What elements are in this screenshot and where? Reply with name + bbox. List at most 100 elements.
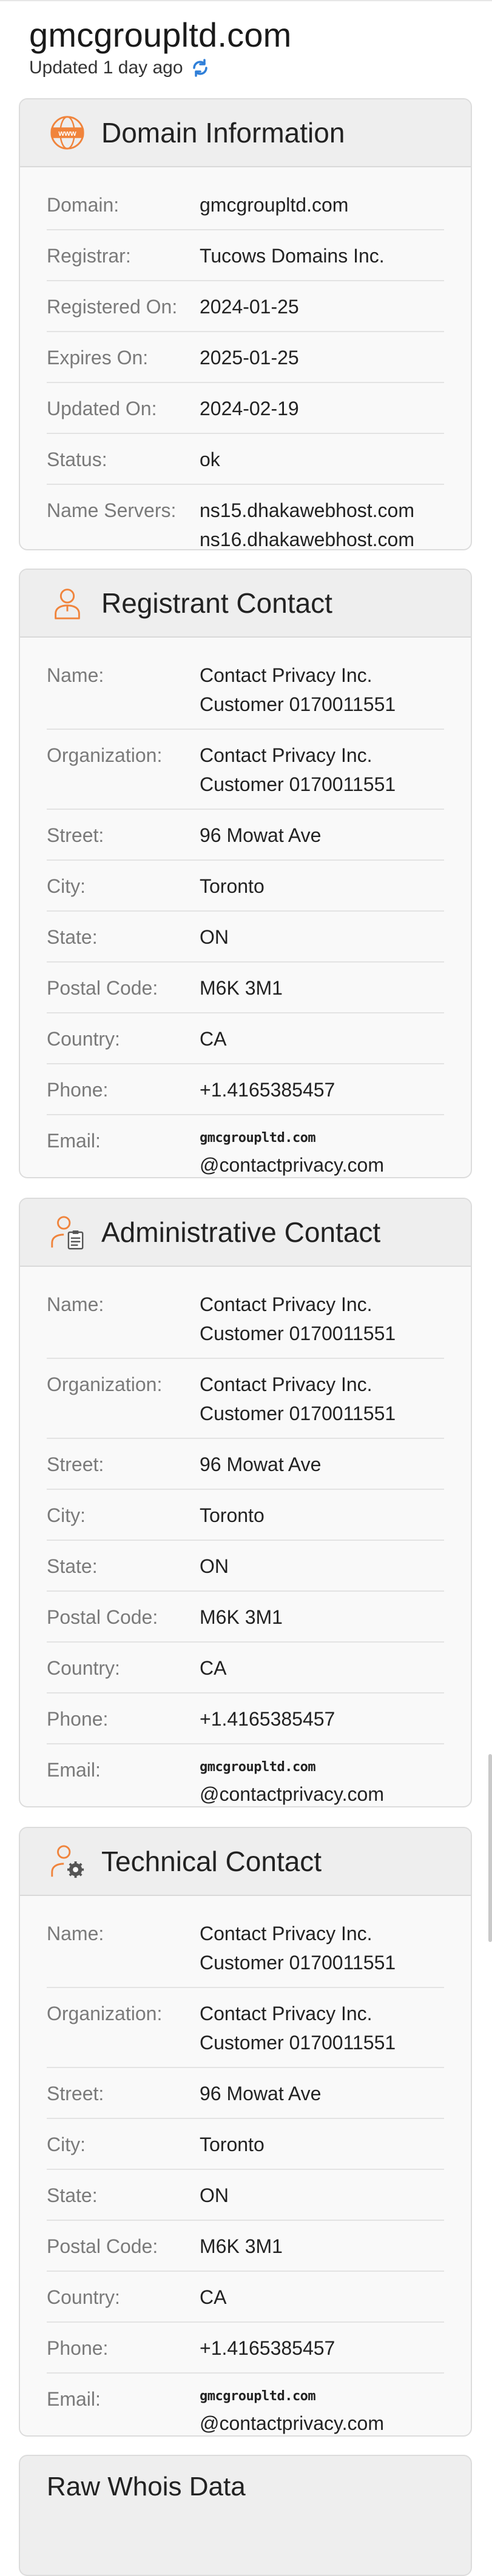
value-line: Customer 0170011551 [200,773,396,795]
value-line: 96 Mowat Ave [200,824,322,846]
value-line: Toronto [200,2134,265,2155]
row-organization: Organization: Contact Privacy Inc. Custo… [47,730,444,810]
field-value: ns15.dhakawebhost.com ns16.dhakawebhost.… [200,496,444,550]
field-label: State: [47,1555,98,1577]
field-label: City: [47,1504,86,1526]
updated-status: Updated 1 day ago [29,57,292,79]
field-value: M6K 3M1 [200,973,444,1003]
field-value: M6K 3M1 [200,2232,444,2261]
person-clipboard-icon [48,1213,87,1252]
field-value: +1.4165385457 [200,1704,444,1733]
domain-information-card: www Domain Information Domain: gmcgroupl… [19,98,472,550]
field-value: ok [200,445,444,474]
field-label: Status: [47,449,107,470]
row-city: City: Toronto [47,861,444,912]
page-title: gmcgroupltd.com [29,16,292,54]
www-globe-icon: www [48,113,87,152]
registrant-contact-card: Registrant Contact Name: Contact Privacy… [19,569,472,1178]
value-line: 96 Mowat Ave [200,1453,322,1475]
row-email: Email: gmcgroupltd.com @contactprivacy.c… [47,2374,444,2435]
value-line: M6K 3M1 [200,977,283,999]
value-line: Tucows Domains Inc. [200,245,385,267]
field-label: Street: [47,2083,104,2104]
value-line: 2024-02-19 [200,398,299,419]
field-label: Phone: [47,1079,109,1101]
value-line: gmcgroupltd.com [200,194,349,216]
value-line: Contact Privacy Inc. [200,1373,372,1395]
row-name: Name: Contact Privacy Inc. Customer 0170… [47,1908,444,1988]
value-line: ok [200,449,220,470]
field-label: Organization: [47,744,163,766]
value-line: Toronto [200,875,265,897]
value-line: ns16.dhakawebhost.com [200,529,414,550]
field-value: 2024-01-25 [200,292,444,321]
field-value: gmcgroupltd.com @contactprivacy.com [200,1126,444,1177]
value-line: Contact Privacy Inc. [200,744,372,766]
email-domain: @contactprivacy.com [200,1154,384,1176]
svg-text:www: www [58,129,76,138]
field-label: Name: [47,1293,104,1315]
field-value: Contact Privacy Inc. Customer 0170011551 [200,661,444,719]
row-street: Street: 96 Mowat Ave [47,1439,444,1490]
field-value: 2025-01-25 [200,343,444,372]
card-title: Domain Information [101,117,345,148]
row-street: Street: 96 Mowat Ave [47,2068,444,2119]
field-label: Postal Code: [47,977,158,999]
row-country: Country: CA [47,1643,444,1693]
value-line: Toronto [200,1504,265,1526]
person-icon [48,584,87,622]
field-label: Country: [47,2286,120,2308]
top-divider [0,0,492,1]
value-line: 2024-01-25 [200,296,299,318]
card-header: Administrative Contact [20,1199,471,1267]
field-label: Email: [47,1130,101,1152]
field-label: Postal Code: [47,1606,158,1628]
field-value: Contact Privacy Inc. Customer 0170011551 [200,1290,444,1348]
field-label: Name: [47,1923,104,1944]
value-line: +1.4165385457 [200,1708,335,1730]
value-line: ON [200,926,229,948]
field-value: +1.4165385457 [200,1075,444,1104]
field-label: Street: [47,824,104,846]
field-value: +1.4165385457 [200,2334,444,2363]
row-name: Name: Contact Privacy Inc. Customer 0170… [47,650,444,730]
field-value: gmcgroupltd.com [200,190,444,219]
card-title: Registrant Contact [101,587,332,619]
row-state: State: ON [47,2170,444,2221]
field-value: CA [200,2283,444,2312]
field-label: Country: [47,1028,120,1050]
value-line: Contact Privacy Inc. [200,1923,372,1944]
row-street: Street: 96 Mowat Ave [47,810,444,861]
row-organization: Organization: Contact Privacy Inc. Custo… [47,1988,444,2068]
field-label: Street: [47,1453,104,1475]
field-label: City: [47,2134,86,2155]
row-phone: Phone: +1.4165385457 [47,1693,444,1744]
value-line: CA [200,1657,227,1679]
field-label: Organization: [47,1373,163,1395]
email-domain: @contactprivacy.com [200,1783,384,1805]
card-header: www Domain Information [20,99,471,167]
field-value: Toronto [200,2130,444,2159]
page-header: gmcgroupltd.com Updated 1 day ago [29,16,292,79]
field-label: Postal Code: [47,2235,158,2257]
card-title: Raw Whois Data [47,2472,246,2501]
updated-text: Updated 1 day ago [29,58,183,78]
email-domain: @contactprivacy.com [200,2412,384,2434]
value-line: ON [200,2184,229,2206]
value-line: 2025-01-25 [200,347,299,369]
card-body: Name: Contact Privacy Inc. Customer 0170… [20,1896,471,2435]
row-expires-on: Expires On: 2025-01-25 [47,332,444,383]
field-label: State: [47,2184,98,2206]
field-label: Email: [47,1759,101,1781]
field-value: gmcgroupltd.com @contactprivacy.com [200,2384,444,2435]
row-status: Status: ok [47,434,444,485]
row-phone: Phone: +1.4165385457 [47,2323,444,2374]
field-value: gmcgroupltd.com @contactprivacy.com [200,1755,444,1806]
row-postal-code: Postal Code: M6K 3M1 [47,963,444,1013]
field-label: Updated On: [47,398,157,419]
refresh-icon[interactable] [189,57,211,79]
scrollbar-thumb[interactable] [488,1754,492,1942]
field-label: State: [47,926,98,948]
value-line: M6K 3M1 [200,2235,283,2257]
value-line: Customer 0170011551 [200,693,396,715]
